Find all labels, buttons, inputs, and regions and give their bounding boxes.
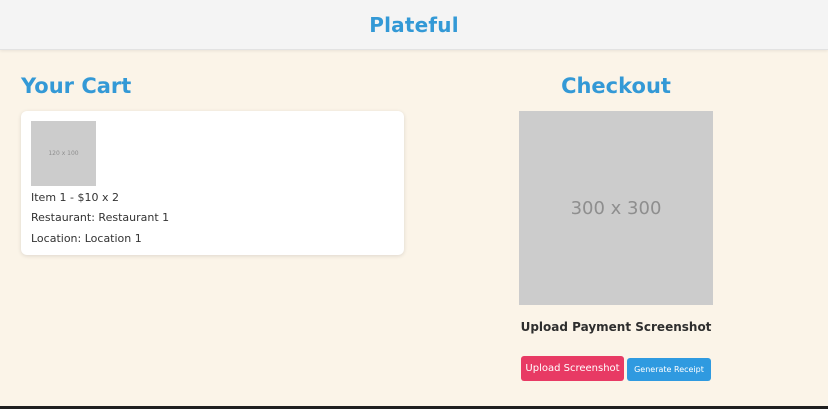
generate-receipt-button[interactable]: Generate Receipt (627, 358, 711, 381)
checkout-title: Checkout (561, 74, 671, 98)
brand-logo[interactable]: Plateful (369, 13, 459, 37)
cart-item-image: 120 x 100 (31, 121, 96, 186)
site-header: Plateful (0, 0, 828, 50)
image-placeholder-label: 120 x 100 (48, 150, 79, 157)
upload-heading: Upload Payment Screenshot (520, 320, 712, 334)
cart-title: Your Cart (21, 74, 132, 98)
cart-item-location: Location: Location 1 (31, 232, 142, 245)
payment-qr-image: 300 x 300 (519, 111, 713, 305)
cart-item-summary: Item 1 - $10 x 2 (31, 191, 119, 204)
cart-item-restaurant: Restaurant: Restaurant 1 (31, 211, 170, 224)
qr-placeholder-label: 300 x 300 (570, 197, 662, 219)
upload-screenshot-button[interactable]: Upload Screenshot (521, 356, 624, 381)
cart-item-card: 120 x 100 Item 1 - $10 x 2 Restaurant: R… (21, 111, 404, 255)
